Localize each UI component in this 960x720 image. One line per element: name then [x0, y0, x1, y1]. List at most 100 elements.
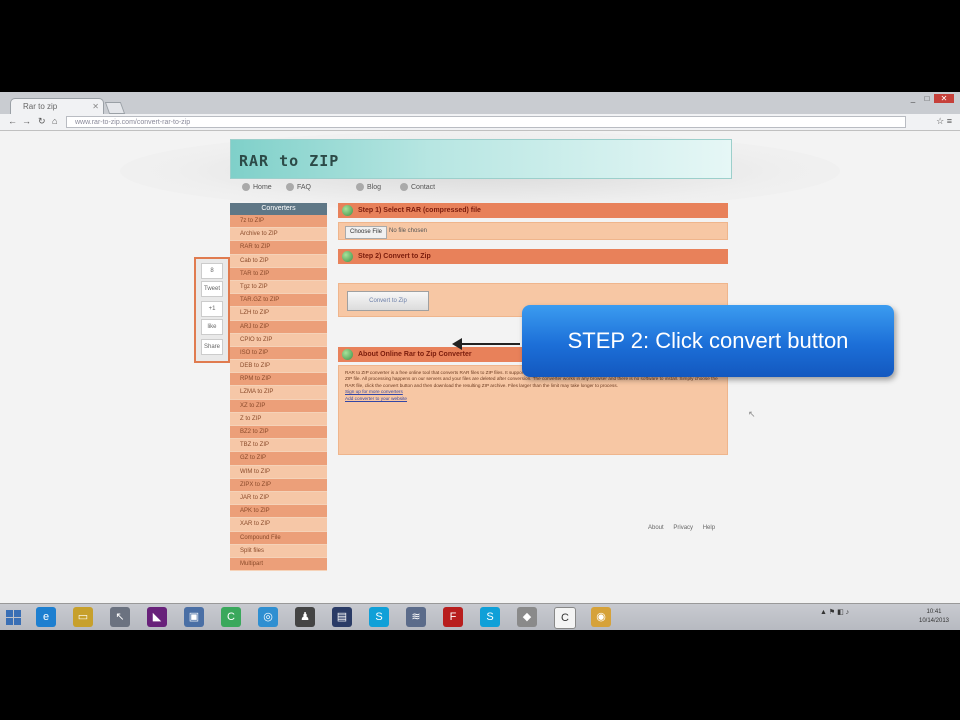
sidebar-item[interactable]: TAR.GZ to ZIP [230, 294, 327, 308]
step1-panel: Choose File No file chosen [338, 222, 728, 240]
social-share-panel: 8 Tweet +1 like Share [194, 257, 230, 363]
sidebar-item[interactable]: RPM to ZIP [230, 373, 327, 387]
mouse-cursor-icon: ↖ [748, 409, 756, 419]
c-app-icon[interactable]: C [221, 607, 241, 627]
share-button[interactable]: Share [201, 339, 223, 355]
nav-faq[interactable]: FAQ [286, 183, 311, 191]
nav-blog-label: Blog [367, 183, 382, 191]
back-icon[interactable]: ← [8, 116, 17, 126]
folder-icon[interactable]: ▭ [73, 607, 93, 627]
file-status: No file chosen [389, 228, 428, 234]
like-button[interactable]: like [201, 319, 223, 335]
step2-title: Step 2) Convert to Zip [358, 253, 431, 260]
penguin-icon[interactable]: ♟ [295, 607, 315, 627]
sidebar-item[interactable]: Archive to ZIP [230, 228, 327, 242]
sidebar-item[interactable]: Z to ZIP [230, 412, 327, 426]
footer-privacy-link[interactable]: Privacy [673, 525, 693, 531]
maximize-button[interactable]: □ [920, 94, 934, 103]
tab-title: Rar to zip [23, 102, 58, 111]
faq-nav-icon [286, 183, 294, 191]
minimize-button[interactable]: _ [906, 94, 920, 103]
google-plus-button[interactable]: +1 [201, 301, 223, 317]
menu-icon[interactable]: ☆ ≡ [936, 116, 952, 127]
browser-tab[interactable]: Rar to zip ✕ [10, 98, 104, 114]
sidebar-item[interactable]: 7z to ZIP [230, 215, 327, 229]
sidebar-item[interactable]: ISO to ZIP [230, 346, 327, 361]
home-icon[interactable]: ⌂ [52, 116, 57, 126]
step1-title: Step 1) Select RAR (compressed) file [358, 207, 481, 214]
sidebar-item[interactable]: XAR to ZIP [230, 518, 327, 532]
sidebar-item[interactable]: TBZ to ZIP [230, 439, 327, 453]
sidebar-item[interactable]: Split files [230, 544, 327, 558]
sidebar-item[interactable]: LZMA to ZIP [230, 386, 327, 400]
disk-icon[interactable]: ◆ [517, 607, 537, 627]
globe-icon[interactable]: ◎ [258, 607, 278, 627]
globe-icon [342, 205, 353, 216]
nav-faq-label: FAQ [297, 183, 312, 191]
blog-nav-icon [356, 183, 364, 191]
site-footer: About Privacy Help [648, 525, 723, 531]
sidebar-item[interactable]: DEB to ZIP [230, 360, 327, 374]
nav-home-label: Home [253, 183, 272, 191]
ie-icon[interactable]: e [36, 607, 56, 627]
new-tab-button[interactable] [104, 102, 126, 114]
step1-heading: Step 1) Select RAR (compressed) file [338, 203, 728, 218]
forward-icon[interactable]: → [22, 116, 31, 126]
footer-about-link[interactable]: About [648, 525, 664, 531]
add-converter-link[interactable]: Add converter to your website [345, 396, 721, 402]
sidebar-item[interactable]: CPIO to ZIP [230, 333, 327, 347]
sidebar-item[interactable]: ZIPX to ZIP [230, 478, 327, 492]
sidebar-item[interactable]: RAR to ZIP [230, 241, 327, 255]
reload-icon[interactable]: ↻ [38, 116, 46, 127]
nav-contact-label: Contact [411, 183, 436, 191]
tool-icon[interactable]: ↖ [110, 607, 130, 627]
visual-studio-icon[interactable]: ◣ [147, 607, 167, 627]
skype2-icon[interactable]: S [480, 607, 500, 627]
sidebar-item[interactable]: Tgz to ZIP [230, 280, 327, 295]
sidebar-header: Converters [230, 203, 327, 215]
nav-home[interactable]: Home [242, 183, 272, 191]
address-bar[interactable]: www.rar-to-zip.com/convert-rar-to-zip [66, 116, 906, 128]
sidebar-item[interactable]: BZ2 to ZIP [230, 426, 327, 440]
arrow-line [458, 343, 520, 345]
nav-contact[interactable]: Contact [400, 183, 435, 191]
sidebar-list: 7z to ZIP Archive to ZIP RAR to ZIP Cab to … [230, 215, 327, 572]
clock[interactable]: 10:41 10/14/2013 [912, 608, 956, 626]
sidebar-item[interactable]: ARJ to ZIP [230, 320, 327, 334]
filezilla-icon[interactable]: F [443, 607, 463, 627]
sidebar-item[interactable]: Multipart [230, 557, 327, 572]
nav-blog[interactable]: Blog [356, 183, 381, 191]
browser-toolbar: ← → ↻ ⌂ www.rar-to-zip.com/convert-rar-t… [0, 114, 960, 131]
convert-button[interactable]: Convert to Zip [347, 291, 429, 311]
tools-icon[interactable]: ≋ [406, 607, 426, 627]
sidebar-item[interactable]: LZH to ZIP [230, 307, 327, 321]
site-logo[interactable]: RAR to ZIP [239, 152, 339, 170]
network-icon[interactable]: ▣ [184, 607, 204, 627]
sidebar-item[interactable]: Cab to ZIP [230, 254, 327, 268]
tweet-button[interactable]: Tweet [201, 281, 223, 297]
windows-taskbar: e ▭ ↖ ◣ ▣ C ◎ ♟ ▤ S ≋ F S ◆ C ◉ ▲ ⚑ ◧ ♪ 10:41 10/14/201… [0, 603, 960, 630]
choose-file-button[interactable]: Choose File [345, 226, 387, 239]
chrome-icon[interactable]: ◉ [591, 607, 611, 627]
sidebar-item[interactable]: WIM to ZIP [230, 465, 327, 479]
contact-nav-icon [400, 183, 408, 191]
sidebar-item[interactable]: TAR to ZIP [230, 267, 327, 281]
page-viewport: RAR to ZIP Home FAQ Blog Contact Convert… [0, 131, 960, 603]
footer-help-link[interactable]: Help [703, 525, 715, 531]
browser-tabstrip: Rar to zip ✕ _ □ ✕ [0, 92, 960, 114]
terminal-icon[interactable]: ▤ [332, 607, 352, 627]
globe-icon [342, 251, 353, 262]
close-window-button[interactable]: ✕ [934, 94, 954, 103]
step2-heading: Step 2) Convert to Zip [338, 249, 728, 264]
sidebar-item[interactable]: Compound File [230, 531, 327, 545]
start-button[interactable] [6, 610, 22, 626]
sidebar-item[interactable]: XZ to ZIP [230, 399, 327, 413]
close-tab-icon[interactable]: ✕ [92, 99, 99, 115]
sidebar-item[interactable]: JAR to ZIP [230, 491, 327, 506]
converter-sidebar: Converters 7z to ZIP Archive to ZIP RAR to… [230, 203, 327, 572]
site-nav: Home FAQ Blog Contact [230, 179, 730, 197]
skype-icon[interactable]: S [369, 607, 389, 627]
sidebar-item[interactable]: GZ to ZIP [230, 452, 327, 466]
sidebar-item[interactable]: APK to ZIP [230, 505, 327, 519]
c-editor-icon[interactable]: C [554, 607, 576, 629]
